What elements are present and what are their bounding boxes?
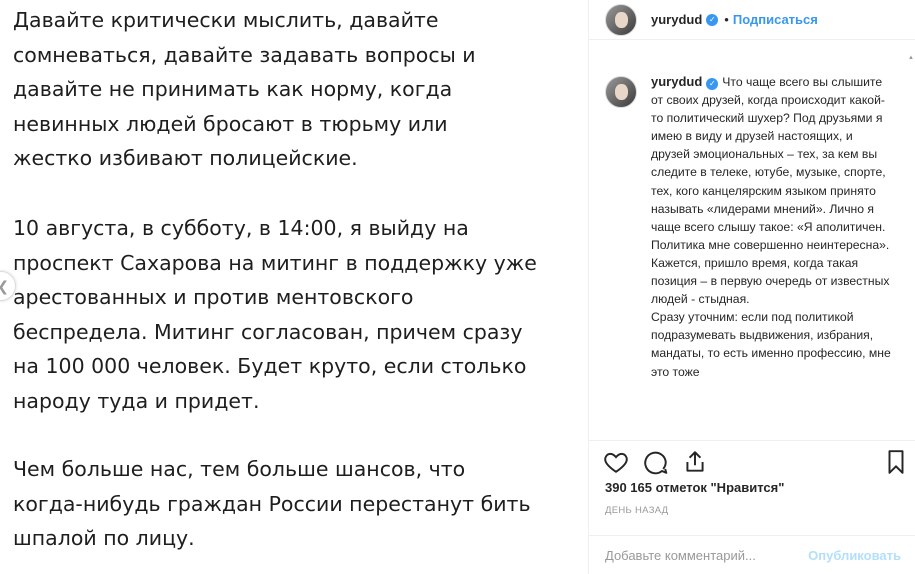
follow-button[interactable]: Подписаться	[733, 12, 818, 27]
comment-icon[interactable]	[643, 449, 669, 475]
post-timestamp[interactable]: ДЕНЬ НАЗАД	[605, 505, 668, 516]
comment-bar: Опубликовать	[589, 535, 915, 574]
chevron-left-icon: ❮	[0, 278, 9, 295]
heart-icon[interactable]	[603, 449, 629, 475]
action-bar	[589, 440, 915, 476]
caption-text-continued: Сразу уточним: если под политикой подраз…	[651, 310, 891, 379]
header-username[interactable]: yurydud	[651, 12, 702, 27]
image-text-paragraph-3: Чем больше нас, тем больше шансов, что к…	[13, 457, 531, 551]
post-sidebar: yurydud ✓ • Подписаться yurydud ✓ Что чаще…	[588, 0, 915, 574]
image-text-paragraph-1: Давайте критически мыслить, давайте сомн…	[13, 8, 476, 171]
post-image: Давайте критически мыслить, давайте сомн…	[0, 0, 588, 574]
caption-text-block: yurydud ✓ Что чаще всего вы слышите от сво…	[651, 73, 891, 433]
avatar[interactable]	[605, 3, 637, 36]
verified-badge-icon: ✓	[706, 78, 719, 91]
caption-username[interactable]: yurydud	[651, 74, 702, 89]
verified-badge-icon: ✓	[706, 13, 719, 26]
caption-avatar[interactable]	[605, 76, 637, 108]
like-count[interactable]: 390 165 отметок "Нравится"	[605, 480, 784, 495]
comment-input[interactable]	[605, 547, 805, 563]
caption-text: Что чаще всего вы слышите от своих друзе…	[651, 75, 890, 307]
post-header: yurydud ✓ • Подписаться	[589, 0, 915, 40]
publish-button[interactable]: Опубликовать	[808, 548, 901, 563]
image-text-paragraph-2: 10 августа, в субботу, в 14:00, я выйду …	[13, 216, 537, 413]
scroll-up-icon[interactable]: ▲	[908, 55, 914, 61]
separator-dot: •	[724, 12, 729, 27]
share-icon[interactable]	[682, 449, 708, 475]
caption-area: yurydud ✓ Что чаще всего вы слышите от сво…	[605, 73, 907, 433]
bookmark-icon[interactable]	[883, 449, 909, 475]
